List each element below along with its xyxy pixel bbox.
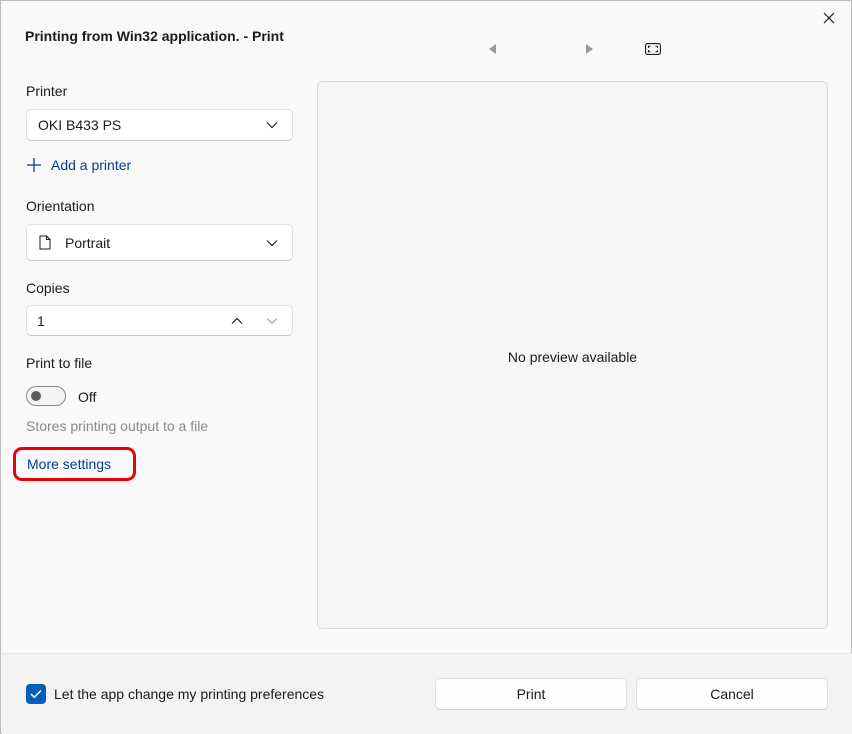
previous-page-button[interactable] [485,41,501,57]
document-icon [39,235,51,250]
print-dialog: Printing from Win32 application. - Print… [0,0,852,734]
print-to-file-toggle[interactable] [26,386,66,406]
add-printer-link[interactable]: Add a printer [26,155,131,175]
plus-icon [27,158,41,172]
dialog-title: Printing from Win32 application. - Print [25,28,284,44]
cancel-button[interactable]: Cancel [636,678,828,710]
checkmark-icon [30,689,42,699]
preview-message: No preview available [507,349,638,365]
print-to-file-label: Print to file [26,355,93,371]
printer-select[interactable]: OKI B433 PS [26,109,293,141]
fit-to-window-button[interactable] [643,40,663,58]
more-settings-link[interactable]: More settings [13,447,136,481]
chevron-up-icon [231,317,243,324]
close-icon [823,12,835,24]
chevron-down-icon [266,318,278,325]
copies-value: 1 [37,313,45,329]
orientation-label: Orientation [26,198,95,214]
chevron-down-icon [266,121,278,129]
orientation-select[interactable]: Portrait [26,224,293,261]
toggle-knob [31,391,41,401]
previous-page-icon [489,44,496,54]
app-preferences-checkbox[interactable] [26,684,46,704]
increment-copies-button[interactable] [225,310,249,332]
copies-stepper[interactable]: 1 [26,305,293,336]
print-to-file-hint: Stores printing output to a file [26,418,209,434]
orientation-select-value: Portrait [65,234,111,251]
chevron-down-icon [266,239,278,247]
printer-select-value: OKI B433 PS [38,117,122,133]
more-settings-label: More settings [27,456,112,472]
decrement-copies-button[interactable] [260,310,284,332]
close-button[interactable] [809,3,849,33]
print-to-file-state: Off [78,389,97,405]
fit-to-window-icon [645,43,661,55]
next-page-button[interactable] [581,41,597,57]
print-preview-pane: No preview available [317,81,828,629]
app-preferences-label: Let the app change my printing preferenc… [54,686,325,702]
next-page-icon [586,44,593,54]
add-printer-label: Add a printer [51,157,132,173]
printer-label: Printer [26,83,68,99]
copies-label: Copies [26,280,70,296]
print-button[interactable]: Print [435,678,627,710]
